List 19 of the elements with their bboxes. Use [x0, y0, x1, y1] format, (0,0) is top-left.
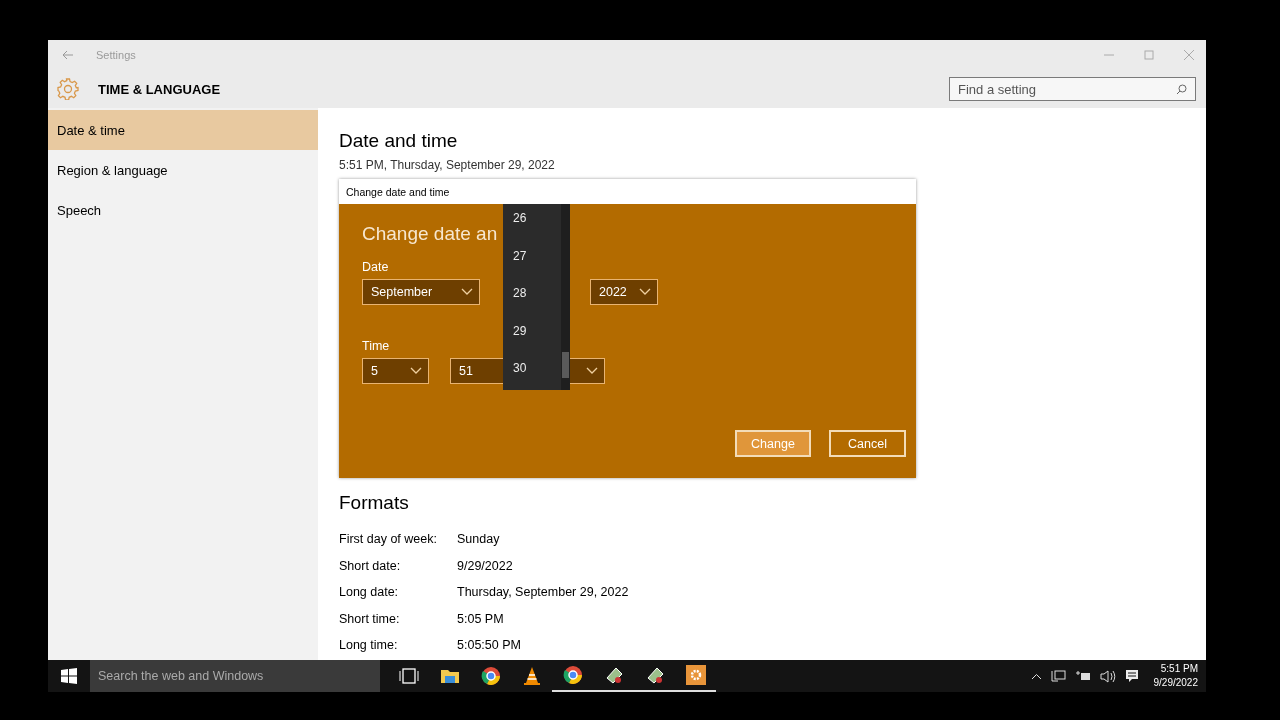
format-label: First day of week: — [339, 532, 438, 547]
dialog-title: Change date and time — [339, 179, 916, 204]
field-label: Time — [362, 339, 390, 353]
field-label: Date — [362, 260, 389, 274]
format-value: Thursday, September 29, 2022 — [457, 585, 629, 600]
current-datetime: 5:51 PM, Thursday, September 29, 2022 — [339, 158, 555, 172]
format-label: Long date: — [339, 585, 400, 600]
format-value: Sunday — [457, 532, 500, 547]
format-label: Long time: — [339, 638, 399, 653]
section-heading: Formats — [339, 492, 410, 514]
format-value: 9/29/2022 — [457, 558, 513, 573]
page-title: TIME & LANGUAGE — [98, 81, 222, 97]
window-title: Settings — [96, 49, 137, 61]
format-value: 5:05 PM — [457, 611, 504, 626]
format-label: Short time: — [339, 611, 401, 626]
dialog-heading: Change date an — [362, 223, 498, 245]
format-label: Short date: — [339, 558, 402, 573]
section-heading: Date and time — [339, 130, 459, 152]
format-value: 5:05:50 PM — [457, 638, 521, 653]
